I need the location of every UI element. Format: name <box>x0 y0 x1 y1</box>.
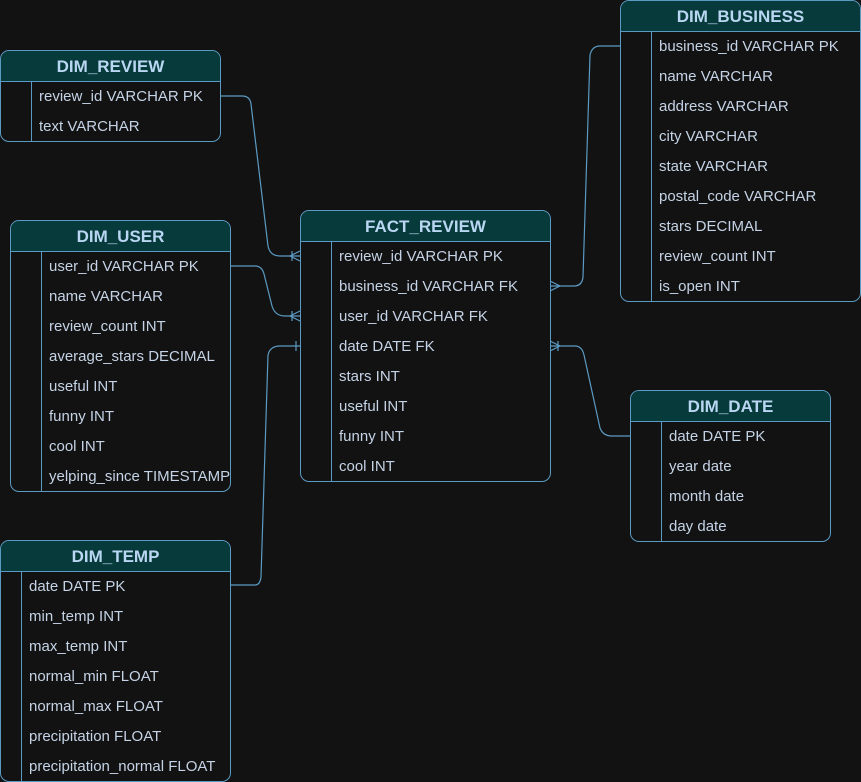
column-row[interactable]: cool INT <box>301 452 550 481</box>
column-row[interactable]: postal_code VARCHAR <box>621 182 860 212</box>
table-fact-review[interactable]: FACT_REVIEW review_id VARCHAR PK business_… <box>300 210 551 482</box>
column-row[interactable]: state VARCHAR <box>621 152 860 182</box>
column-row[interactable]: name VARCHAR <box>11 282 230 312</box>
column-row[interactable]: name VARCHAR <box>621 62 860 92</box>
column-row[interactable]: user_id VARCHAR FK <box>301 302 550 332</box>
table-columns: review_id VARCHAR PK business_id VARCHAR … <box>301 242 550 481</box>
table-title: DIM_BUSINESS <box>621 1 860 32</box>
column-row[interactable]: stars DECIMAL <box>621 212 860 242</box>
column-row[interactable]: text VARCHAR <box>1 112 220 141</box>
table-columns: user_id VARCHAR PK name VARCHAR review_cou… <box>11 252 230 491</box>
table-columns: business_id VARCHAR PK name VARCHAR addres… <box>621 32 860 301</box>
table-title: DIM_DATE <box>631 391 830 422</box>
column-row[interactable]: precipitation FLOAT <box>1 722 230 752</box>
column-row[interactable]: max_temp INT <box>1 632 230 662</box>
column-row[interactable]: useful INT <box>11 372 230 402</box>
table-title: DIM_REVIEW <box>1 51 220 82</box>
key-column <box>1 572 22 781</box>
table-dim-review[interactable]: DIM_REVIEW review_id VARCHAR PK text VARCH… <box>0 50 221 142</box>
column-row[interactable]: min_temp INT <box>1 602 230 632</box>
column-row[interactable]: yelping_since TIMESTAMP <box>11 462 230 491</box>
column-row[interactable]: useful INT <box>301 392 550 422</box>
column-row[interactable]: normal_min FLOAT <box>1 662 230 692</box>
link-date-to-fact <box>550 345 630 437</box>
key-column <box>621 32 652 301</box>
column-row[interactable]: review_id VARCHAR PK <box>301 242 550 272</box>
column-row[interactable]: stars INT <box>301 362 550 392</box>
column-row[interactable]: address VARCHAR <box>621 92 860 122</box>
column-row[interactable]: review_count INT <box>621 242 860 272</box>
column-row[interactable]: review_count INT <box>11 312 230 342</box>
column-row[interactable]: funny INT <box>301 422 550 452</box>
table-title: DIM_TEMP <box>1 541 230 572</box>
table-dim-business[interactable]: DIM_BUSINESS business_id VARCHAR PK name V… <box>620 0 861 302</box>
column-row[interactable]: date DATE PK <box>1 572 230 602</box>
link-user-to-fact <box>230 265 300 317</box>
column-row[interactable]: funny INT <box>11 402 230 432</box>
column-row[interactable]: business_id VARCHAR FK <box>301 272 550 302</box>
link-business-to-fact <box>550 45 620 287</box>
table-columns: date DATE PK year date month date day date <box>631 422 830 541</box>
table-title: DIM_USER <box>11 221 230 252</box>
link-temp-to-fact <box>230 345 300 586</box>
link-review-to-fact <box>220 95 300 257</box>
column-row[interactable]: review_id VARCHAR PK <box>1 82 220 112</box>
column-row[interactable]: precipitation_normal FLOAT <box>1 752 230 781</box>
table-title: FACT_REVIEW <box>301 211 550 242</box>
column-row[interactable]: city VARCHAR <box>621 122 860 152</box>
key-column <box>11 252 42 491</box>
column-row[interactable]: cool INT <box>11 432 230 462</box>
column-row[interactable]: is_open INT <box>621 272 860 301</box>
key-column <box>1 82 32 141</box>
key-column <box>301 242 332 481</box>
column-row[interactable]: date DATE FK <box>301 332 550 362</box>
table-dim-user[interactable]: DIM_USER user_id VARCHAR PK name VARCHAR re… <box>10 220 231 492</box>
column-row[interactable]: business_id VARCHAR PK <box>621 32 860 62</box>
column-row[interactable]: user_id VARCHAR PK <box>11 252 230 282</box>
table-dim-date[interactable]: DIM_DATE date DATE PK year date month date d… <box>630 390 831 542</box>
column-row[interactable]: average_stars DECIMAL <box>11 342 230 372</box>
key-column <box>631 422 662 541</box>
table-columns: date DATE PK min_temp INT max_temp INT norm… <box>1 572 230 781</box>
column-row[interactable]: normal_max FLOAT <box>1 692 230 722</box>
table-dim-temp[interactable]: DIM_TEMP date DATE PK min_temp INT max_temp… <box>0 540 231 782</box>
table-columns: review_id VARCHAR PK text VARCHAR <box>1 82 220 141</box>
